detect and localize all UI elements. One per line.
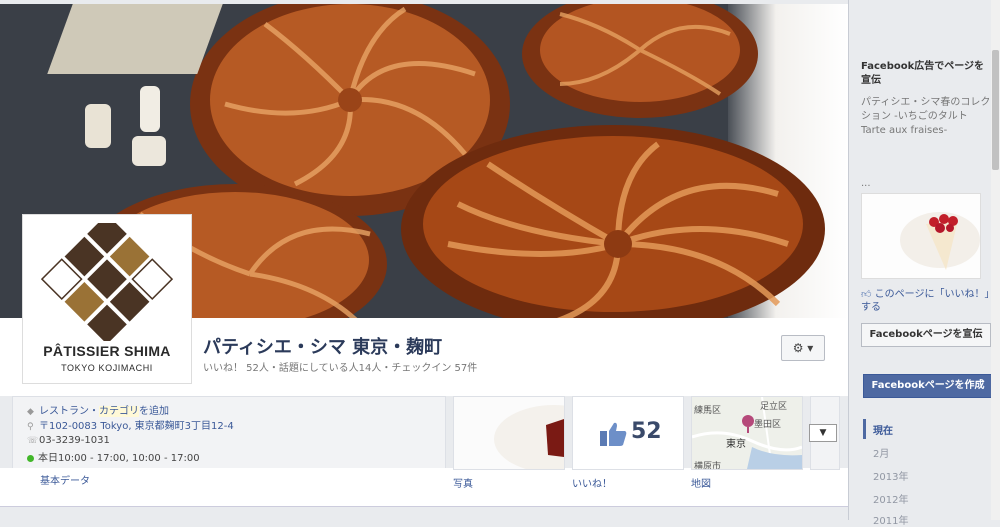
phone-row: ☏03-3239-1031 (27, 435, 110, 446)
page-title[interactable]: パティシエ・シマ 東京・麹町 (203, 333, 442, 359)
create-page-button[interactable]: Facebookページを作成 (863, 374, 993, 398)
phone-icon: ☏ (27, 436, 39, 446)
figurine-decoration (140, 86, 160, 132)
address-row: ⚲ 〒102-0083 Tokyo, 東京都麹町3丁目12-4 (27, 417, 234, 432)
logo-name: PÂTISSIER SHIMA (43, 343, 171, 359)
settings-button[interactable]: ⚙ ▾ (781, 335, 825, 361)
timeline-divider (0, 506, 848, 521)
photos-label[interactable]: 写真 (453, 475, 473, 490)
map-place: 練馬区 (694, 406, 722, 416)
map-place: 東京 (726, 439, 746, 450)
ad-like-link[interactable]: 👍︎ このページに「いいね！」する (861, 288, 991, 314)
map-label[interactable]: 地図 (691, 475, 711, 490)
category-highlight[interactable]: カテゴリ (99, 406, 139, 417)
map-tile[interactable]: 練馬区 足立区 墨田区 東京 横原市 (691, 396, 803, 470)
app-row (0, 468, 848, 506)
cover-pie-front (398, 124, 828, 318)
category-link[interactable]: レストラン・ (39, 406, 99, 417)
address-link[interactable]: 〒102-0083 Tokyo, 東京都麹町3丁目12-4 (39, 421, 234, 432)
photos-tile[interactable] (453, 396, 614, 473)
page-main: PÂTISSIER SHIMA TOKYO KOJIMACHI パティシエ・シマ… (0, 0, 848, 521)
likes-label[interactable]: いいね！ (572, 475, 612, 490)
ad-ellipsis: ... (861, 178, 871, 189)
map-place: 横原市 (694, 462, 722, 470)
timeline-item[interactable]: 2013年 (873, 468, 908, 483)
timeline-item[interactable]: 2月 (873, 445, 889, 460)
map-place: 足立区 (760, 402, 788, 412)
scrollbar-thumb[interactable] (992, 50, 999, 170)
scrollbar[interactable] (991, 0, 1000, 520)
profile-picture[interactable]: PÂTISSIER SHIMA TOKYO KOJIMACHI (22, 214, 192, 384)
logo-diamond-icon (41, 223, 173, 341)
ad-image[interactable] (861, 193, 981, 279)
location-icon: ⚲ (27, 422, 34, 432)
thumbs-up-icon: 👍︎ (861, 289, 872, 300)
right-sidebar: Facebook広告でページを宣伝 パティシエ・シマ春のコレクション -いちごの… (848, 0, 1000, 527)
open-status-icon (27, 454, 34, 462)
cover-pie-top-right (520, 4, 760, 124)
category-add-link[interactable]: を追加 (139, 406, 169, 417)
tart-image (862, 194, 980, 278)
box-decoration (47, 4, 223, 74)
tag-icon: ◆ (27, 407, 34, 417)
timeline-current-marker (863, 419, 866, 439)
hours-text: 本日10:00 - 17:00, 10:00 - 17:00 (38, 453, 200, 464)
expand-apps-button[interactable]: ▼ (809, 424, 837, 442)
info-box: ◆ レストラン・カテゴリを追加 ⚲ 〒102-0083 Tokyo, 東京都麹町3丁… (12, 396, 446, 470)
phone-text: 03-3239-1031 (39, 435, 110, 446)
promote-page-button[interactable]: Facebookページを宣伝 (861, 323, 991, 347)
timeline-item[interactable]: 2012年 (873, 491, 908, 506)
basic-data-link[interactable]: 基本データ (40, 472, 90, 487)
category-row: ◆ レストラン・カテゴリを追加 (27, 402, 169, 417)
ad-heading[interactable]: Facebook広告でページを宣伝 (861, 60, 991, 88)
figurine-decoration (85, 104, 111, 148)
ad-text[interactable]: パティシエ・シマ春のコレクション -いちごのタルトTarte aux frais… (861, 96, 991, 138)
likes-count: 52 (631, 419, 662, 444)
logo-subtitle: TOKYO KOJIMACHI (61, 363, 153, 373)
photo-thumbnail (454, 397, 614, 473)
hours-row: 本日10:00 - 17:00, 10:00 - 17:00 (27, 449, 200, 464)
timeline-item-current[interactable]: 現在 (873, 422, 893, 437)
map-place: 墨田区 (754, 420, 782, 430)
figurine-decoration (132, 136, 166, 166)
likes-tile[interactable]: 52 (572, 396, 684, 470)
ad-like-text[interactable]: このページに「いいね！」する (861, 289, 989, 313)
page-stats: いいね！ 52人・話題にしている人14人・チェックイン 57件 (203, 363, 478, 374)
thumbs-up-icon (599, 421, 627, 451)
